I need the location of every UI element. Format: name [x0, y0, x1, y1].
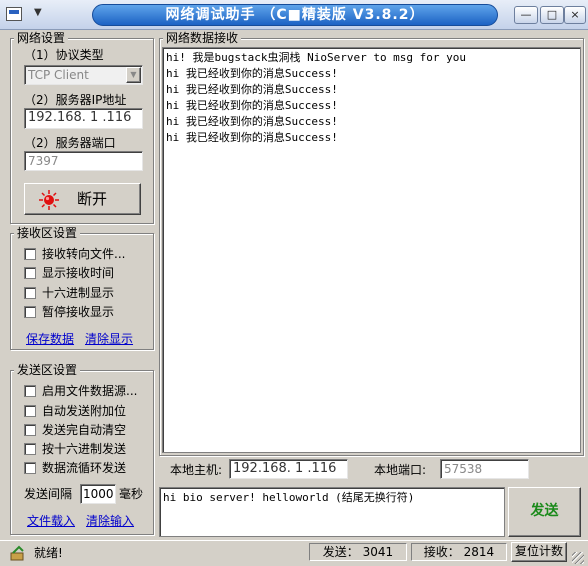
disconnect-button[interactable]: 断开 — [24, 183, 141, 215]
disconnect-label: 断开 — [77, 190, 108, 208]
recv-value: 2814 — [463, 545, 495, 559]
recv-label: 接收： — [423, 545, 460, 559]
server-ip-field[interactable]: 192.168. 1 .116 — [24, 108, 143, 129]
sent-count: 发送： 3041 — [309, 543, 407, 561]
auto-clear-option[interactable]: 发送完自动清空 — [24, 423, 126, 437]
send-interval-unit: 毫秒 — [119, 487, 144, 501]
send-button[interactable]: 发送 — [508, 487, 581, 537]
send-input[interactable]: hi bio server! helloworld (结尾无换行符) — [159, 487, 505, 537]
receive-text-area[interactable]: hi! 我是bugstack虫洞栈 NioServer to msg for y… — [162, 47, 581, 453]
local-port-label: 本地端口: — [374, 463, 427, 477]
checkbox[interactable] — [24, 306, 36, 318]
checkbox[interactable] — [24, 248, 36, 260]
local-host-label: 本地主机: — [170, 463, 223, 477]
send-settings-title: 发送区设置 — [14, 363, 81, 377]
receive-area-title: 网络数据接收 — [163, 31, 242, 45]
received-line: hi 我已经收到你的消息Success! — [166, 99, 338, 112]
received-line: hi 我已经收到你的消息Success! — [166, 131, 338, 144]
clear-input-link[interactable]: 清除输入 — [86, 512, 134, 529]
app-icon[interactable] — [6, 7, 22, 21]
show-receive-time-option[interactable]: 显示接收时间 — [24, 266, 114, 280]
checkbox[interactable] — [24, 424, 36, 436]
pause-receive-option[interactable]: 暂停接收显示 — [24, 305, 114, 319]
local-host-field: 192.168. 1 .116 — [229, 459, 348, 479]
resize-grip[interactable] — [572, 552, 584, 564]
window-title: 网络调试助手 （C■精装版 V3.8.2） — [92, 4, 498, 26]
protocol-select[interactable]: TCP Client ▼ — [24, 65, 143, 85]
receive-to-file-option[interactable]: 接收转向文件... — [24, 247, 125, 261]
checkbox[interactable] — [24, 287, 36, 299]
send-interval-field[interactable]: 1000 — [80, 484, 116, 504]
chevron-down-icon[interactable]: ▼ — [126, 67, 141, 83]
save-data-link[interactable]: 保存数据 — [26, 330, 74, 347]
auto-append-option[interactable]: 自动发送附加位 — [24, 404, 126, 418]
received-count: 接收： 2814 — [411, 543, 507, 561]
server-ip-label: （2）服务器IP地址 — [24, 93, 127, 107]
network-settings-title: 网络设置 — [14, 31, 69, 45]
load-file-link[interactable]: 文件载入 — [27, 512, 75, 529]
close-button[interactable]: × — [564, 6, 586, 24]
sent-label: 发送： — [322, 545, 359, 559]
receive-settings-title: 接收区设置 — [14, 226, 81, 240]
clear-display-link[interactable]: 清除显示 — [85, 330, 133, 347]
loop-send-option[interactable]: 数据流循环发送 — [24, 461, 126, 475]
reset-count-button[interactable]: 复位计数 — [511, 542, 567, 562]
sent-value: 3041 — [362, 545, 394, 559]
status-text: 就绪! — [34, 546, 63, 560]
protocol-value: TCP Client — [28, 68, 89, 82]
checkbox[interactable] — [24, 405, 36, 417]
checkbox[interactable] — [24, 267, 36, 279]
checkbox[interactable] — [24, 385, 36, 397]
received-line: hi 我已经收到你的消息Success! — [166, 83, 338, 96]
status-icon — [10, 545, 24, 561]
minimize-button[interactable]: — — [514, 6, 538, 24]
local-port-field: 57538 — [440, 459, 529, 479]
received-line: hi 我已经收到你的消息Success! — [166, 67, 338, 80]
server-port-field[interactable]: 7397 — [24, 151, 143, 171]
file-data-source-option[interactable]: 启用文件数据源... — [24, 384, 137, 398]
title-bar[interactable]: ▼ 网络调试助手 （C■精装版 V3.8.2） — □ × — [0, 0, 588, 30]
system-menu-icon[interactable]: ▼ — [34, 7, 42, 18]
send-interval-label: 发送间隔 — [24, 487, 73, 501]
protocol-label: （1）协议类型 — [24, 48, 104, 62]
hex-display-option[interactable]: 十六进制显示 — [24, 286, 114, 300]
maximize-button[interactable]: □ — [540, 6, 564, 24]
hex-send-option[interactable]: 按十六进制发送 — [24, 442, 126, 456]
checkbox[interactable] — [24, 443, 36, 455]
received-line: hi! 我是bugstack虫洞栈 NioServer to msg for y… — [166, 51, 467, 64]
server-port-label: （2）服务器端口 — [24, 136, 116, 150]
connection-indicator-icon — [39, 190, 59, 210]
checkbox[interactable] — [24, 462, 36, 474]
received-line: hi 我已经收到你的消息Success! — [166, 115, 338, 128]
